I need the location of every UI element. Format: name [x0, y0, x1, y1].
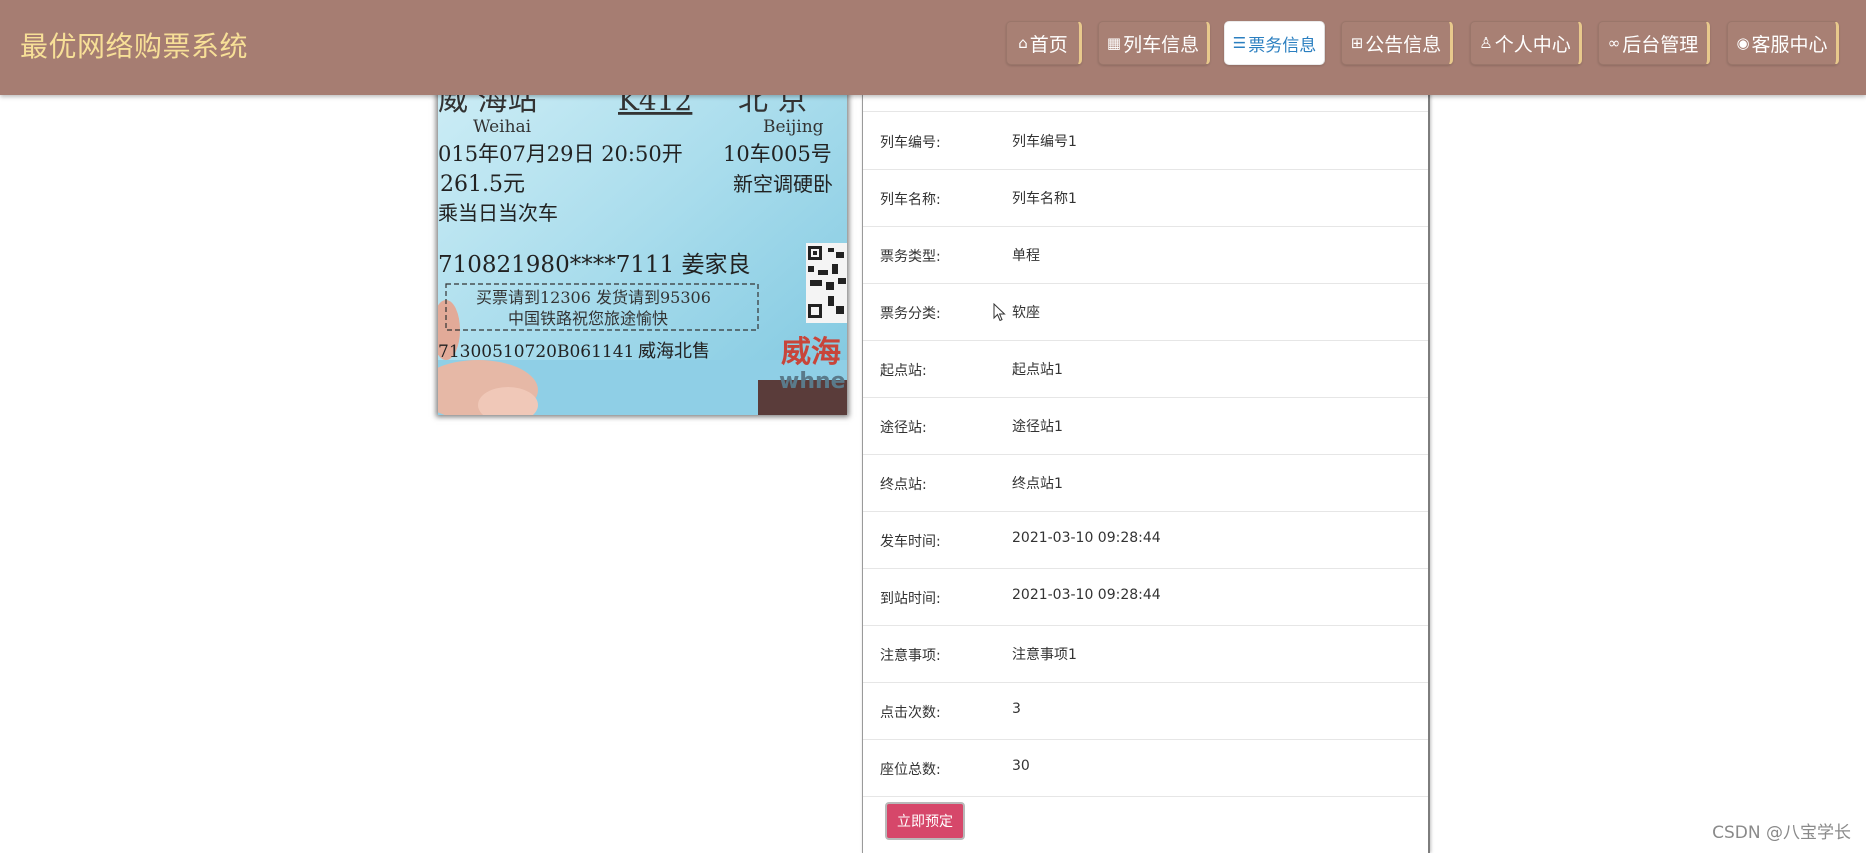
book-now-button[interactable]: 立即预定 — [885, 802, 965, 840]
svg-text:whne: whne — [779, 369, 846, 394]
nav-customer-service[interactable]: ◉ 客服中心 — [1727, 21, 1839, 65]
detail-label: 途径站: — [880, 420, 927, 436]
watermark: CSDN @八宝学长 — [1712, 823, 1851, 843]
detail-label: 座位总数: — [880, 762, 941, 778]
detail-row-train-name: 列车名称: 列车名称1 — [863, 169, 1428, 227]
qr-code — [806, 243, 847, 323]
nav-home[interactable]: ⌂ 首页 — [1006, 21, 1082, 65]
detail-row-arrival-time: 到站时间: 2021-03-10 09:28:44 — [863, 568, 1428, 626]
ticket-price: 261.5元 — [440, 172, 525, 197]
mouse-cursor-icon — [993, 303, 1006, 322]
nav-announcements[interactable]: ⊞ 公告信息 — [1341, 21, 1453, 65]
detail-row-seat-total: 座位总数: 30 — [863, 739, 1428, 797]
detail-value: 3 — [1012, 701, 1021, 717]
svg-text:威海: 威海 — [781, 335, 841, 370]
ticket-to-pinyin: Beijing — [763, 117, 824, 137]
detail-value: 单程 — [1012, 248, 1040, 264]
user-icon: ♙ — [1479, 33, 1493, 52]
ticket-tip-line2: 中国铁路祝您旅途愉快 — [508, 309, 668, 328]
detail-value: 注意事项1 — [1012, 647, 1077, 663]
ticket-id-name: 710821980****7111 姜家良 — [438, 252, 751, 278]
ticket-from-pinyin: Weihai — [473, 117, 532, 137]
detail-row-ticket-type: 票务类型: 单程 — [863, 226, 1428, 284]
detail-row-ticket-category: 票务分类: 软座 — [863, 283, 1428, 341]
detail-label: 到站时间: — [880, 591, 941, 607]
detail-label: 终点站: — [880, 477, 927, 493]
detail-label: 票务分类: — [880, 306, 941, 322]
detail-row-click-count: 点击次数: 3 — [863, 682, 1428, 740]
nav-personal-center-label: 个人中心 — [1494, 33, 1571, 56]
detail-row-notes: 注意事项: 注意事项1 — [863, 625, 1428, 683]
ticket-detail-panel: 列车编号: 列车编号1 列车名称: 列车名称1 票务类型: 单程 票务分类: 软… — [862, 60, 1430, 853]
train-icon: ▦ — [1106, 33, 1122, 52]
nav-train-info[interactable]: ▦ 列车信息 — [1098, 21, 1210, 65]
ticket-note: 乘当日当次车 — [438, 201, 558, 225]
detail-value: 软座 — [1012, 305, 1040, 321]
detail-value: 列车编号1 — [1012, 134, 1077, 150]
top-navbar: 最优网络购票系统 ⌂ 首页 ▦ 列车信息 ☰ 票务信息 ⊞ 公告信息 ♙ 个人中心 ∞ 后台… — [0, 0, 1866, 95]
nav-train-info-label: 列车信息 — [1123, 33, 1200, 56]
headset-icon: ◉ — [1736, 33, 1750, 52]
ticket-photo: 威 海站 K412 北 京 Weihai Beijing 015年07月29日 … — [438, 60, 847, 415]
nav-ticket-info-label: 票务信息 — [1248, 35, 1317, 56]
nav-home-label: 首页 — [1029, 33, 1068, 56]
ticket-sale-place: 威海北售 — [638, 341, 710, 362]
detail-row-via-station: 途径站: 途径站1 — [863, 397, 1428, 455]
ticket-tip-line1: 买票请到12306 发货请到95306 — [476, 288, 711, 307]
detail-value: 终点站1 — [1012, 476, 1063, 492]
nav-personal-center[interactable]: ♙ 个人中心 — [1470, 21, 1582, 65]
nav-customer-service-label: 客服中心 — [1751, 33, 1828, 56]
nav-announcements-label: 公告信息 — [1365, 33, 1442, 56]
link-icon: ∞ — [1607, 33, 1621, 52]
detail-row-departure-time: 发车时间: 2021-03-10 09:28:44 — [863, 511, 1428, 569]
sliders-icon: ☰ — [1232, 33, 1247, 52]
ticket-seat: 10车005号 — [723, 142, 832, 166]
nav-admin[interactable]: ∞ 后台管理 — [1598, 21, 1710, 65]
detail-value: 途径站1 — [1012, 419, 1063, 435]
nav-admin-label: 后台管理 — [1622, 33, 1699, 56]
ticket-date: 015年07月29日 20:50开 — [438, 142, 683, 166]
detail-label: 发车时间: — [880, 534, 941, 550]
detail-value: 列车名称1 — [1012, 191, 1077, 207]
ticket-logo: 威海 whne — [779, 335, 846, 394]
gift-icon: ⊞ — [1350, 33, 1364, 52]
detail-value: 起点站1 — [1012, 362, 1063, 378]
home-icon: ⌂ — [1018, 33, 1028, 52]
detail-label: 票务类型: — [880, 249, 941, 265]
detail-label: 点击次数: — [880, 705, 941, 721]
detail-value: 2021-03-10 09:28:44 — [1012, 587, 1161, 603]
ticket-seat-type: 新空调硬卧 — [733, 172, 833, 196]
nav-ticket-info[interactable]: ☰ 票务信息 — [1224, 21, 1325, 65]
ticket-image: 威 海站 K412 北 京 Weihai Beijing 015年07月29日 … — [438, 60, 847, 415]
detail-row-end-station: 终点站: 终点站1 — [863, 454, 1428, 512]
site-title[interactable]: 最优网络购票系统 — [20, 25, 248, 65]
ticket-serial: 71300510720B061141 — [438, 342, 634, 362]
detail-value: 2021-03-10 09:28:44 — [1012, 530, 1161, 546]
detail-label: 列车编号: — [880, 135, 941, 151]
detail-row-start-station: 起点站: 起点站1 — [863, 340, 1428, 398]
detail-label: 列车名称: — [880, 192, 941, 208]
detail-label: 起点站: — [880, 363, 927, 379]
detail-label: 注意事项: — [880, 648, 941, 664]
detail-value: 30 — [1012, 758, 1030, 774]
detail-row-train-no: 列车编号: 列车编号1 — [863, 112, 1428, 170]
